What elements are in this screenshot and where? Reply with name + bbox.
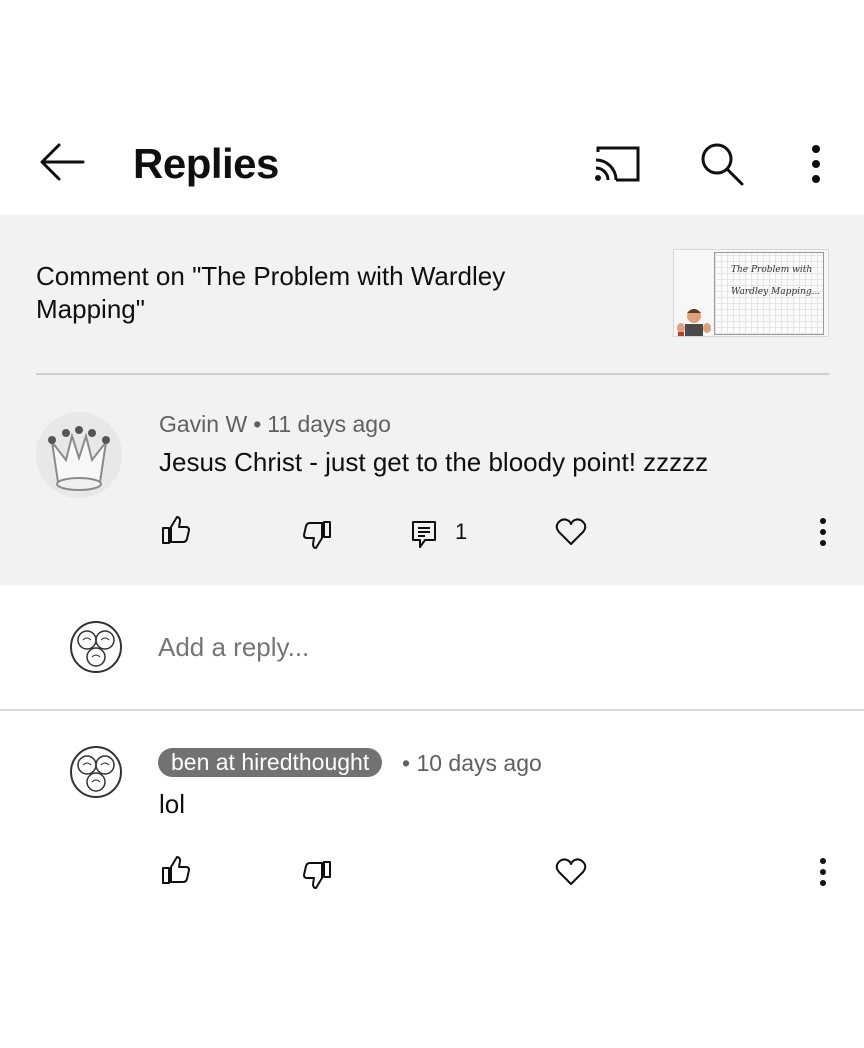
like-button[interactable] — [156, 510, 196, 550]
reply-time: • 10 days ago — [402, 750, 542, 777]
more-options-button[interactable] — [790, 138, 842, 190]
reply-item: ben at hiredthought • 10 days ago lol — [0, 711, 864, 911]
comment-time: 11 days ago — [267, 411, 391, 437]
reply-body: lol — [159, 789, 186, 819]
meta-separator: • — [253, 411, 262, 437]
video-context[interactable]: Comment on "The Problem with Wardley Map… — [0, 215, 864, 375]
parent-comment: Gavin W • 11 days ago Jesus Christ - just … — [0, 375, 864, 585]
reply-author-chip[interactable]: ben at hiredthought — [158, 748, 383, 777]
comment-body: Jesus Christ - just get to the bloody po… — [159, 447, 709, 477]
back-button[interactable] — [38, 138, 86, 186]
comment-context-title: Comment on "The Problem with Wardley Map… — [36, 261, 506, 324]
heart-button[interactable] — [551, 852, 591, 892]
app-header: Replies — [0, 110, 864, 215]
thumbnail-board-text: The Problem with Wardley Mapping... — [731, 265, 821, 297]
reply-count: 1 — [455, 519, 468, 544]
presenter-figure — [677, 309, 711, 336]
dislike-icon — [303, 861, 331, 889]
avatar[interactable] — [69, 620, 123, 674]
search-icon — [701, 143, 744, 186]
heart-button[interactable] — [551, 512, 591, 552]
cast-icon — [595, 146, 640, 182]
dislike-button[interactable] — [297, 515, 337, 555]
user-avatar-icon — [70, 746, 122, 798]
more-vert-icon — [812, 145, 820, 183]
comment-meta: Gavin W • 11 days ago — [159, 411, 391, 438]
like-icon — [162, 516, 190, 544]
page-title: Replies — [133, 140, 279, 187]
reply-more-button[interactable] — [803, 852, 843, 892]
comment-more-button[interactable] — [803, 512, 843, 552]
avatar[interactable] — [36, 412, 122, 498]
more-vert-icon — [820, 518, 826, 546]
crown-avatar-icon — [36, 412, 122, 498]
back-arrow-icon — [40, 143, 85, 181]
whiteboard: The Problem with Wardley Mapping... — [714, 252, 824, 335]
video-thumbnail[interactable]: The Problem with Wardley Mapping... — [673, 249, 829, 337]
add-reply-input[interactable] — [158, 632, 658, 663]
heart-icon — [555, 858, 587, 885]
reply-time-text: 10 days ago — [416, 750, 542, 776]
avatar[interactable] — [69, 745, 123, 799]
dislike-icon — [303, 521, 331, 549]
user-avatar-icon — [70, 621, 122, 673]
heart-icon — [555, 518, 587, 545]
cast-button[interactable] — [590, 138, 642, 190]
search-button[interactable] — [696, 138, 748, 190]
meta-separator: • — [402, 750, 411, 776]
reply-icon — [412, 521, 436, 548]
add-reply-row — [0, 585, 864, 709]
reply-button[interactable] — [404, 514, 444, 554]
comment-author[interactable]: Gavin W — [159, 411, 247, 437]
like-button[interactable] — [156, 850, 196, 890]
more-vert-icon — [820, 858, 826, 886]
like-icon — [162, 856, 190, 884]
dislike-button[interactable] — [297, 855, 337, 895]
